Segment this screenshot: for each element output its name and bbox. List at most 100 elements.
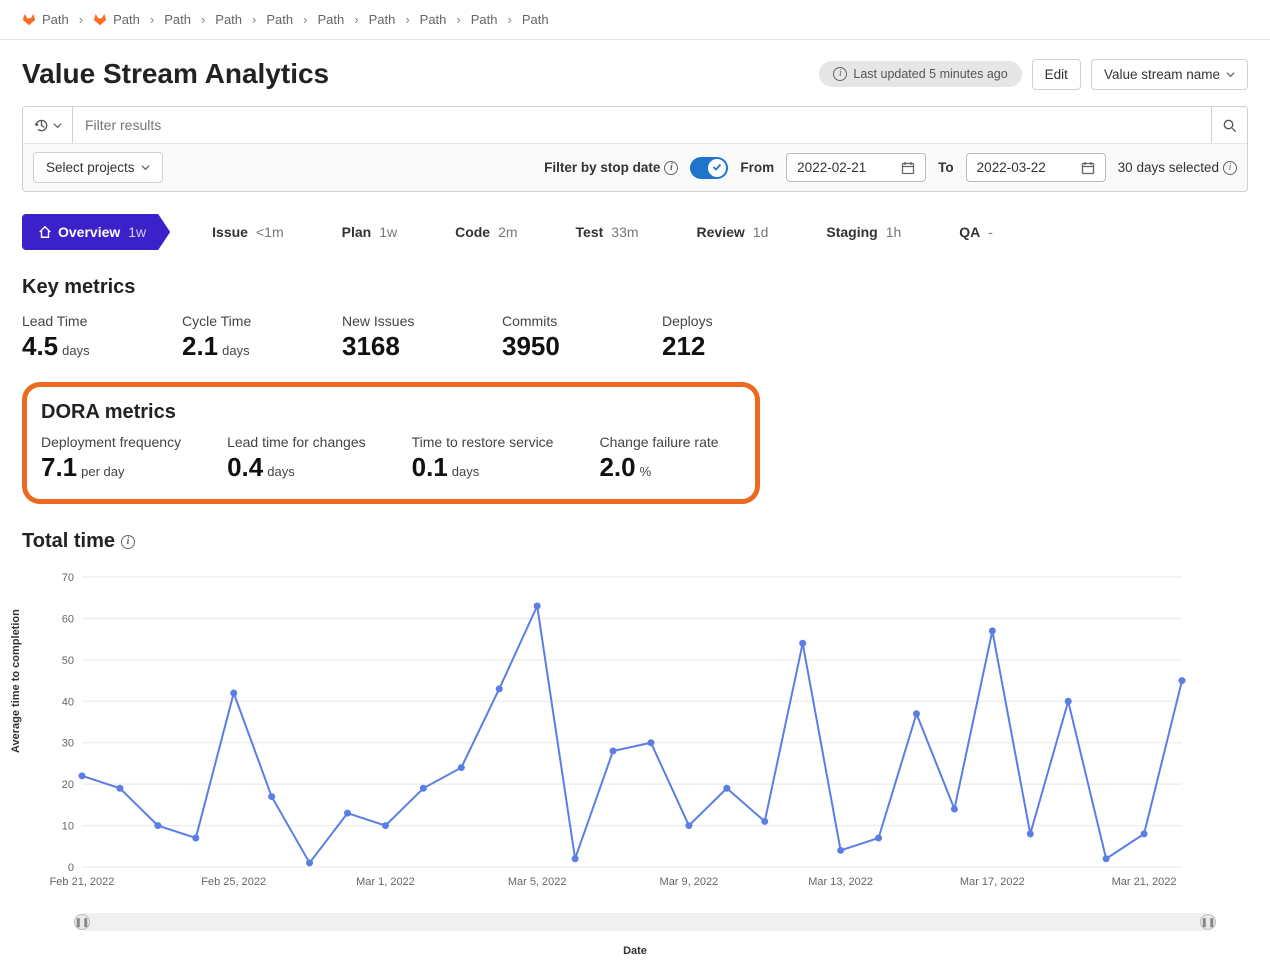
home-icon xyxy=(38,225,52,239)
search-button[interactable] xyxy=(1211,107,1247,143)
breadcrumb-label: Path xyxy=(420,12,447,27)
metric: Lead time for changes 0.4days xyxy=(227,434,366,483)
metric: Deployment frequency 7.1per day xyxy=(41,434,181,483)
stage-duration: 1w xyxy=(128,224,146,240)
svg-text:40: 40 xyxy=(62,696,74,708)
stage-name: Issue xyxy=(212,224,248,240)
last-updated-text: Last updated 5 minutes ago xyxy=(853,67,1007,81)
select-projects-dropdown[interactable]: Select projects xyxy=(33,152,163,183)
stage-name: Review xyxy=(697,224,745,240)
stop-date-toggle[interactable] xyxy=(690,157,728,179)
stage-name: Overview xyxy=(58,224,120,240)
chevron-down-icon xyxy=(53,121,62,130)
chart-scrub-bar[interactable]: ❚❚ ❚❚ xyxy=(82,913,1208,931)
to-date-input[interactable]: 2022-03-22 xyxy=(966,153,1106,182)
breadcrumb: Path›Path›Path›Path›Path›Path›Path›Path›… xyxy=(0,0,1270,40)
stage-name: Test xyxy=(576,224,604,240)
from-date-input[interactable]: 2022-02-21 xyxy=(786,153,926,182)
stage-tab-plan[interactable]: Plan1w xyxy=(326,214,413,250)
stage-tab-staging[interactable]: Staging1h xyxy=(810,214,917,250)
to-label: To xyxy=(938,160,954,175)
filter-input[interactable] xyxy=(73,107,1211,143)
breadcrumb-separator: › xyxy=(354,12,358,27)
metric-value: 4.5days xyxy=(22,331,122,362)
svg-text:Mar 17, 2022: Mar 17, 2022 xyxy=(960,876,1025,888)
breadcrumb-separator: › xyxy=(252,12,256,27)
stage-tab-code[interactable]: Code2m xyxy=(439,214,533,250)
info-icon: i xyxy=(1223,161,1237,175)
metric-unit: days xyxy=(452,464,479,479)
metric-value: 0.4days xyxy=(227,452,366,483)
metric: Change failure rate2.0% xyxy=(599,434,718,483)
breadcrumb-item[interactable]: Path xyxy=(93,12,140,27)
metric-value: 7.1per day xyxy=(41,452,181,483)
stage-duration: 1d xyxy=(753,224,769,240)
metric-label: Deployment frequency xyxy=(41,434,181,450)
breadcrumb-item[interactable]: Path xyxy=(471,12,498,27)
history-icon xyxy=(34,118,49,133)
breadcrumb-item[interactable]: Path xyxy=(420,12,447,27)
svg-text:Mar 21, 2022: Mar 21, 2022 xyxy=(1112,876,1177,888)
metric: Commits3950 xyxy=(502,313,602,362)
stage-duration: <1m xyxy=(256,224,284,240)
metric-label: Cycle Time xyxy=(182,313,282,329)
breadcrumb-label: Path xyxy=(522,12,549,27)
svg-text:0: 0 xyxy=(68,862,74,874)
stage-tab-overview[interactable]: Overview 1w xyxy=(22,214,170,250)
chart-xlabel: Date xyxy=(22,945,1248,957)
metric-unit: days xyxy=(267,464,294,479)
stage-name: Plan xyxy=(342,224,372,240)
breadcrumb-label: Path xyxy=(471,12,498,27)
history-button[interactable] xyxy=(23,107,73,143)
breadcrumb-separator: › xyxy=(508,12,512,27)
stage-duration: 33m xyxy=(611,224,638,240)
dora-metrics-highlight: DORA metrics Deployment frequency7.1per … xyxy=(22,382,760,504)
svg-text:Feb 21, 2022: Feb 21, 2022 xyxy=(50,876,115,888)
filter-stop-date-label: Filter by stop date i xyxy=(544,160,678,175)
page-header: Value Stream Analytics i Last updated 5 … xyxy=(22,40,1248,106)
breadcrumb-separator: › xyxy=(79,12,83,27)
breadcrumb-separator: › xyxy=(303,12,307,27)
dora-metrics-row: Deployment frequency 7.1per day Lead time … xyxy=(41,434,741,483)
metric: Cycle Time 2.1days xyxy=(182,313,282,362)
breadcrumb-item[interactable]: Path xyxy=(22,12,69,27)
breadcrumb-item[interactable]: Path xyxy=(369,12,396,27)
metric-unit: % xyxy=(640,464,652,479)
breadcrumb-separator: › xyxy=(405,12,409,27)
chevron-down-icon xyxy=(1226,70,1235,79)
info-icon: i xyxy=(664,161,678,175)
breadcrumb-item[interactable]: Path xyxy=(317,12,344,27)
metric: Time to restore service0.1days xyxy=(412,434,554,483)
line-chart-svg: 010203040506070Feb 21, 2022Feb 25, 2022M… xyxy=(22,567,1222,907)
breadcrumb-item[interactable]: Path xyxy=(522,12,549,27)
stage-tab-qa[interactable]: QA- xyxy=(943,214,1009,250)
svg-text:Mar 9, 2022: Mar 9, 2022 xyxy=(660,876,719,888)
metric-unit: per day xyxy=(81,464,124,479)
breadcrumb-item[interactable]: Path xyxy=(215,12,242,27)
chevron-down-icon xyxy=(141,163,150,172)
scrub-handle-right[interactable]: ❚❚ xyxy=(1200,914,1216,930)
breadcrumb-separator: › xyxy=(456,12,460,27)
metric-value: 0.1days xyxy=(412,452,554,483)
value-stream-dropdown[interactable]: Value stream name xyxy=(1091,59,1248,90)
stage-tab-issue[interactable]: Issue <1m xyxy=(196,214,299,250)
breadcrumb-item[interactable]: Path xyxy=(164,12,191,27)
svg-text:Mar 5, 2022: Mar 5, 2022 xyxy=(508,876,567,888)
breadcrumb-item[interactable]: Path xyxy=(266,12,293,27)
metric-value: 3168 xyxy=(342,331,442,362)
metric: Deploys212 xyxy=(662,313,762,362)
header-actions: i Last updated 5 minutes ago Edit Value … xyxy=(819,59,1248,90)
metric-value: 2.1days xyxy=(182,331,282,362)
total-time-chart: Average time to completion 0102030405060… xyxy=(22,567,1248,957)
breadcrumb-label: Path xyxy=(317,12,344,27)
stage-duration: - xyxy=(988,224,993,240)
metric-value: 212 xyxy=(662,331,762,362)
stage-tab-test[interactable]: Test 33m xyxy=(560,214,655,250)
filter-bar: Select projects Filter by stop date i Fr… xyxy=(22,106,1248,192)
stage-tab-review[interactable]: Review 1d xyxy=(681,214,785,250)
stage-duration: 2m xyxy=(498,224,517,240)
edit-button[interactable]: Edit xyxy=(1032,59,1081,90)
scrub-handle-left[interactable]: ❚❚ xyxy=(74,914,90,930)
breadcrumb-label: Path xyxy=(215,12,242,27)
metric-label: Lead time for changes xyxy=(227,434,366,450)
